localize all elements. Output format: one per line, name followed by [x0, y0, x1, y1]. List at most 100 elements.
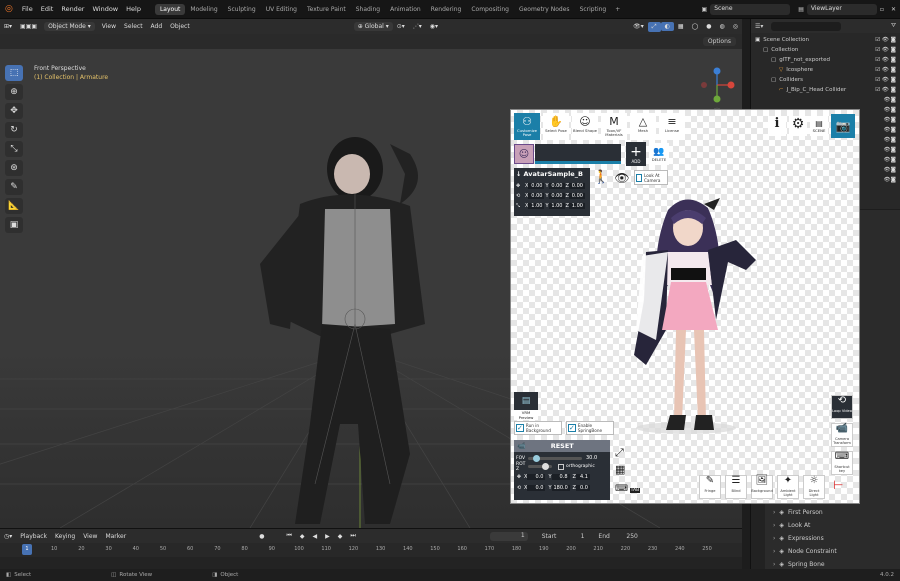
- tool-license[interactable]: ≡ License: [659, 113, 685, 140]
- start-frame-field[interactable]: 1: [568, 533, 585, 540]
- render-camera-icon[interactable]: ◙: [891, 107, 896, 113]
- eye-icon[interactable]: 👁: [884, 97, 891, 103]
- render-camera-icon[interactable]: ◙: [891, 67, 896, 73]
- add-workspace-button[interactable]: +: [611, 6, 624, 13]
- workspace-tab-sculpting[interactable]: Sculpting: [223, 4, 261, 15]
- exclude-checkbox-icon[interactable]: ☑: [875, 47, 882, 53]
- render-camera-icon[interactable]: ◙: [891, 57, 896, 63]
- timeline-menu-playback[interactable]: Playback: [16, 532, 51, 541]
- render-camera-icon[interactable]: ◙: [891, 137, 896, 143]
- timeline-menu-keying[interactable]: Keying: [51, 532, 79, 541]
- exclude-checkbox-icon[interactable]: ☑: [875, 37, 882, 43]
- outliner-item[interactable]: ▢ glTF_not_exported ☑ 👁 ◙: [751, 55, 900, 65]
- timeline-menu-view[interactable]: View: [79, 532, 101, 541]
- avatar-slot-bar[interactable]: [535, 144, 621, 164]
- scene-button[interactable]: ▤ SCENE: [810, 116, 828, 136]
- avatar-pos-z[interactable]: 0.00: [568, 183, 585, 189]
- cam-pos-x[interactable]: 0.0: [527, 473, 546, 480]
- tool-blend-shape[interactable]: ☺ Blend Shape: [572, 113, 598, 140]
- timeline-ruler[interactable]: 1 10 20 30 40 50 60 70 80 90 100 110 120 130 140 150 160…: [0, 543, 742, 557]
- timeline-editor-icon[interactable]: ◷▾: [0, 532, 16, 541]
- vrm-property-item[interactable]: › ◈ First Person: [773, 506, 837, 519]
- prev-key-icon[interactable]: ◆: [296, 532, 309, 541]
- vrm-property-item[interactable]: › ◈ Node Constraint: [773, 545, 837, 558]
- jump-end-icon[interactable]: ⏭: [346, 531, 359, 541]
- reset-camera-button[interactable]: RESET: [551, 442, 574, 450]
- bottom-tool-ambient-light[interactable]: ✦ Ambient Light: [777, 475, 799, 499]
- eye-icon[interactable]: 👁: [882, 57, 891, 63]
- eye-icon[interactable]: 👁: [884, 177, 891, 183]
- side-tool-camera-transform[interactable]: 📹 Camera Transform: [831, 423, 853, 447]
- cam-rot-z[interactable]: 0.0: [575, 484, 590, 491]
- cam-pos-y[interactable]: 0.8: [551, 473, 570, 480]
- tool-toon-vf-materials[interactable]: M Toon/VF Materials: [601, 113, 627, 140]
- info-icon[interactable]: i: [768, 116, 786, 136]
- bottom-tool-fringe[interactable]: ✎ Fringe: [699, 475, 721, 499]
- bottom-tool-blind[interactable]: ☰ Blind: [725, 475, 747, 499]
- next-key-icon[interactable]: ◆: [334, 532, 347, 541]
- eye-icon[interactable]: 👁: [884, 167, 891, 173]
- menu-help[interactable]: Help: [122, 5, 145, 13]
- render-camera-icon[interactable]: ◙: [891, 77, 896, 83]
- menu-edit[interactable]: Edit: [37, 5, 58, 13]
- outliner-type-icon[interactable]: ☰▾: [755, 23, 763, 30]
- render-camera-icon[interactable]: ◙: [891, 47, 896, 53]
- avatar-thumbnail[interactable]: ☺: [514, 144, 534, 164]
- workspace-tab-layout[interactable]: Layout: [154, 3, 186, 15]
- render-camera-icon[interactable]: ◙: [891, 157, 896, 163]
- eye-icon[interactable]: 👁: [884, 157, 891, 163]
- current-frame-field[interactable]: 1: [489, 531, 528, 541]
- jump-start-icon[interactable]: ⏮: [282, 531, 295, 541]
- render-camera-icon[interactable]: ◙: [891, 37, 896, 43]
- object-mode-dropdown[interactable]: Object Mode ▾: [44, 22, 95, 31]
- select-tool-icon[interactable]: ⬚: [5, 65, 23, 81]
- viewport-menu-view[interactable]: View: [98, 22, 120, 31]
- menu-file[interactable]: File: [18, 5, 37, 13]
- orthographic-checkbox[interactable]: [558, 463, 564, 470]
- outliner-item[interactable]: ▢ Colliders ☑ 👁 ◙: [751, 75, 900, 85]
- human-pose-icon[interactable]: 🚶: [593, 170, 609, 185]
- eye-icon[interactable]: 👁: [882, 67, 891, 73]
- armature-character[interactable]: [240, 124, 460, 528]
- grid-icon[interactable]: ▦: [615, 463, 625, 476]
- vrm-preview-button[interactable]: ▤ VRM Preview: [514, 392, 538, 420]
- avatar-rot-x[interactable]: 0.00: [528, 193, 545, 199]
- transform-orientation-dropdown[interactable]: ⊕ Global ▾: [353, 22, 393, 31]
- avatar-pos-y[interactable]: 0.00: [548, 183, 565, 189]
- scale-tool-icon[interactable]: ⤡: [5, 141, 23, 157]
- tool-select-pose[interactable]: ✋ Select Pose: [543, 113, 569, 140]
- eye-icon[interactable]: 👁: [884, 117, 891, 123]
- filter-icon[interactable]: ⛛: [891, 22, 896, 30]
- tool-customize-pose[interactable]: ⚇ Customize Pose: [514, 113, 540, 140]
- record-icon[interactable]: ●: [255, 532, 268, 541]
- add-cube-tool-icon[interactable]: ▣: [5, 217, 23, 233]
- select-mode-icons[interactable]: ▣▣▣: [16, 22, 41, 31]
- cursor-tool-icon[interactable]: ⊕: [5, 84, 23, 100]
- bottom-tool-direct-light[interactable]: ☼ Direct Light: [803, 475, 825, 499]
- add-avatar-button[interactable]: + ADD: [626, 142, 646, 166]
- timeline-menu-marker[interactable]: Marker: [101, 532, 130, 541]
- workspace-tab-compositing[interactable]: Compositing: [466, 4, 514, 15]
- fov-slider[interactable]: [528, 454, 582, 462]
- eye-icon[interactable]: 👁: [884, 137, 891, 143]
- wireframe-shading-icon[interactable]: ◯: [688, 22, 703, 31]
- workspace-tab-shading[interactable]: Shading: [351, 4, 385, 15]
- avatar-rot-y[interactable]: 0.00: [548, 193, 565, 199]
- rendered-shading-icon[interactable]: ◎: [729, 22, 742, 31]
- workspace-tab-texture-paint[interactable]: Texture Paint: [302, 4, 351, 15]
- run-in-background-checkbox[interactable]: ✓ Run in Background: [514, 421, 562, 435]
- annotate-tool-icon[interactable]: ✎: [5, 179, 23, 195]
- avatar-character[interactable]: [616, 190, 776, 470]
- workspace-tab-rendering[interactable]: Rendering: [426, 4, 467, 15]
- cam-rot-y[interactable]: 180.0: [551, 484, 570, 491]
- solid-shading-icon[interactable]: ●: [702, 22, 715, 31]
- tab-button[interactable]: ⌨ TAB: [615, 484, 641, 494]
- new-view-layer-icon[interactable]: ▫: [877, 6, 887, 13]
- avatar-scale-z[interactable]: 1.00: [568, 203, 585, 209]
- end-frame-field[interactable]: 250: [622, 533, 637, 540]
- scene-selector[interactable]: Scene: [710, 3, 791, 15]
- visibility-icon[interactable]: 👁▾: [629, 22, 648, 31]
- menu-render[interactable]: Render: [57, 5, 88, 13]
- look-at-camera-checkbox[interactable]: Look At Camera: [634, 170, 668, 185]
- delete-avatar-button[interactable]: 👥 DELETE: [649, 143, 669, 165]
